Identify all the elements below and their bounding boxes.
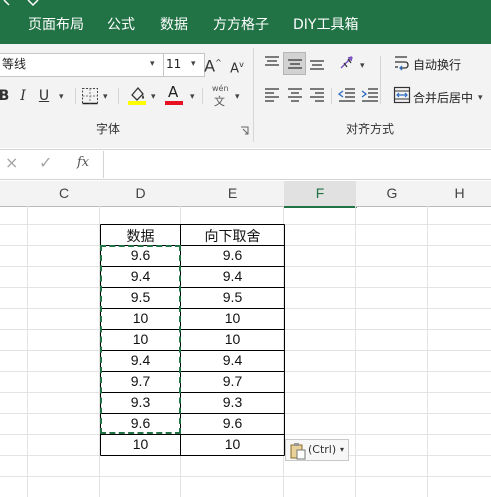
clipboard-icon: [290, 443, 306, 460]
table-borders: [100, 224, 285, 456]
copy-marquee: [100, 245, 181, 434]
paste-options-dropdown-icon: ▾: [340, 445, 345, 454]
paste-options-label: (Ctrl): [308, 443, 337, 456]
paste-options-button[interactable]: (Ctrl) ▾: [285, 439, 349, 461]
